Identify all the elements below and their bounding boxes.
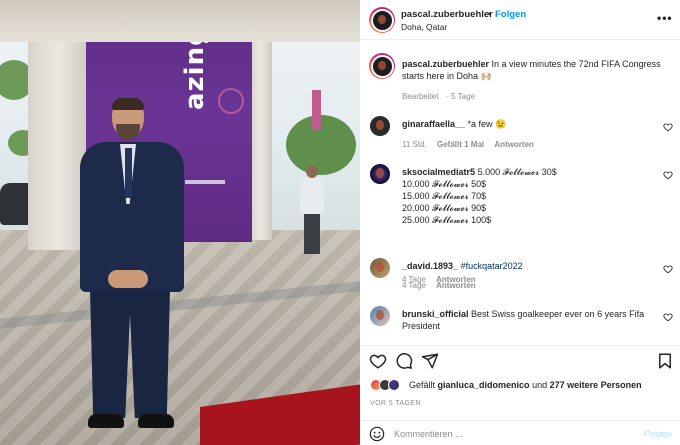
likes-mid: und xyxy=(532,380,548,390)
man-in-suit xyxy=(72,98,192,445)
heart-icon[interactable] xyxy=(663,312,673,322)
post-comment-button[interactable]: Posten xyxy=(644,429,672,439)
caption-avatar[interactable] xyxy=(369,53,395,79)
likes-text: Gefällt gianluca_didomenico und 277 weit… xyxy=(409,380,642,390)
reply-button[interactable]: Antworten xyxy=(494,140,534,149)
liker-username[interactable]: gianluca_didomenico xyxy=(438,380,530,390)
avatar[interactable] xyxy=(369,7,395,33)
post-photo[interactable]: azing xyxy=(0,0,360,445)
send-icon[interactable] xyxy=(421,352,439,370)
comment-line: 25.000 𝓕𝓸𝓵𝓵𝓸𝔀𝓮𝓻 100$ xyxy=(402,215,492,225)
comment-item: ginaraffaella__ *a few 😉 11 Std. Gefällt… xyxy=(360,115,680,155)
bookmark-icon[interactable] xyxy=(656,352,674,370)
location-link[interactable]: Doha, Qatar xyxy=(401,22,447,32)
comment-time[interactable]: 11 Std. xyxy=(402,140,427,149)
comment-composer: Posten xyxy=(360,420,680,445)
caption-body: pascal.zuberbuehler In a view minutes th… xyxy=(402,58,664,82)
likes-others[interactable]: 277 weitere Personen xyxy=(550,380,642,390)
comment-item: brunski_official Best Swiss goalkeeper e… xyxy=(360,305,680,341)
comment-body: brunski_official Best Swiss goalkeeper e… xyxy=(402,308,652,332)
author-username[interactable]: pascal.zuberbuehler xyxy=(401,9,493,20)
ball-graphic xyxy=(218,88,244,114)
comment-username[interactable]: _david.1893_ xyxy=(402,261,458,271)
comment-meta: 11 Std. Gefällt 1 Mal Antworten xyxy=(402,140,542,149)
likes-prefix: Gefällt xyxy=(409,380,436,390)
comment-item: sksocialmediatr5 5.000 𝓕𝓸𝓵𝓵𝓸𝔀𝓮𝓻 30$ 10.0… xyxy=(360,163,680,284)
liker-avatar xyxy=(388,379,400,391)
heart-icon[interactable] xyxy=(663,264,673,274)
comment-likes-count[interactable]: Gefällt 1 Mal xyxy=(437,140,484,149)
post-sidebar: pascal.zuberbuehler • Folgen Doha, Qatar… xyxy=(360,0,680,445)
comment-item: _david.1893_ #fuckqatar2022 4 Tage Antwo… xyxy=(360,257,680,297)
edited-label: Bearbeitet xyxy=(402,92,439,101)
comment-body: ginaraffaella__ *a few 😉 xyxy=(402,118,652,130)
background-person xyxy=(298,165,326,255)
follow-button[interactable]: Folgen xyxy=(495,9,526,20)
comment-meta: 4 Tage Antworten xyxy=(402,281,484,290)
comment-input[interactable] xyxy=(394,425,634,442)
heart-icon[interactable] xyxy=(663,122,673,132)
action-bar xyxy=(360,345,680,375)
comment-line: 10.000 𝓕𝓸𝓵𝓵𝓸𝔀𝓮𝓻 50$ xyxy=(402,179,487,189)
comment-text: *a few 😉 xyxy=(467,119,507,129)
comment-line: 15.000 𝓕𝓸𝓵𝓵𝓸𝔀𝓮𝓻 70$ xyxy=(402,191,487,201)
comment-username[interactable]: brunski_official xyxy=(402,309,469,319)
comment-avatar[interactable] xyxy=(370,116,390,136)
post-header: pascal.zuberbuehler • Folgen Doha, Qatar… xyxy=(360,0,680,40)
flag xyxy=(312,90,321,130)
comment-body: _david.1893_ #fuckqatar2022 xyxy=(402,260,652,272)
separator-dot: • xyxy=(488,9,492,19)
comment-line: 20.000 𝓕𝓸𝓵𝓵𝓸𝔀𝓮𝓻 90$ xyxy=(402,203,487,213)
hashtag-link[interactable]: #fuckqatar2022 xyxy=(461,261,523,271)
comment-avatar[interactable] xyxy=(370,258,390,278)
emoji-icon[interactable] xyxy=(369,426,385,442)
caption-meta: Bearbeitet · 5 Tage xyxy=(402,92,476,101)
comment-avatar[interactable] xyxy=(370,164,390,184)
comment-time[interactable]: 4 Tage xyxy=(402,281,426,290)
comments-list[interactable]: pascal.zuberbuehler In a view minutes th… xyxy=(360,41,680,341)
caption: pascal.zuberbuehler In a view minutes th… xyxy=(360,51,680,111)
post-date[interactable]: VOR 5 TAGEN xyxy=(370,400,421,407)
more-options-icon[interactable]: ••• xyxy=(657,11,673,25)
comment-username[interactable]: sksocialmediatr5 xyxy=(402,167,475,177)
heart-icon[interactable] xyxy=(663,170,673,180)
caption-time[interactable]: 5 Tage xyxy=(451,92,475,101)
canopy xyxy=(0,0,360,42)
caption-username[interactable]: pascal.zuberbuehler xyxy=(402,59,489,69)
heart-icon[interactable] xyxy=(369,352,387,370)
reply-button[interactable]: Antworten xyxy=(436,281,476,290)
comment-avatar[interactable] xyxy=(370,306,390,326)
comment-body: sksocialmediatr5 5.000 𝓕𝓸𝓵𝓵𝓸𝔀𝓮𝓻 30$ 10.0… xyxy=(402,166,652,226)
likes-summary[interactable]: Gefällt gianluca_didomenico und 277 weit… xyxy=(370,378,670,394)
comment-line: 5.000 𝓕𝓸𝓵𝓵𝓸𝔀𝓮𝓻 30$ xyxy=(477,167,557,177)
comment-username[interactable]: ginaraffaella__ xyxy=(402,119,465,129)
comment-icon[interactable] xyxy=(395,352,413,370)
